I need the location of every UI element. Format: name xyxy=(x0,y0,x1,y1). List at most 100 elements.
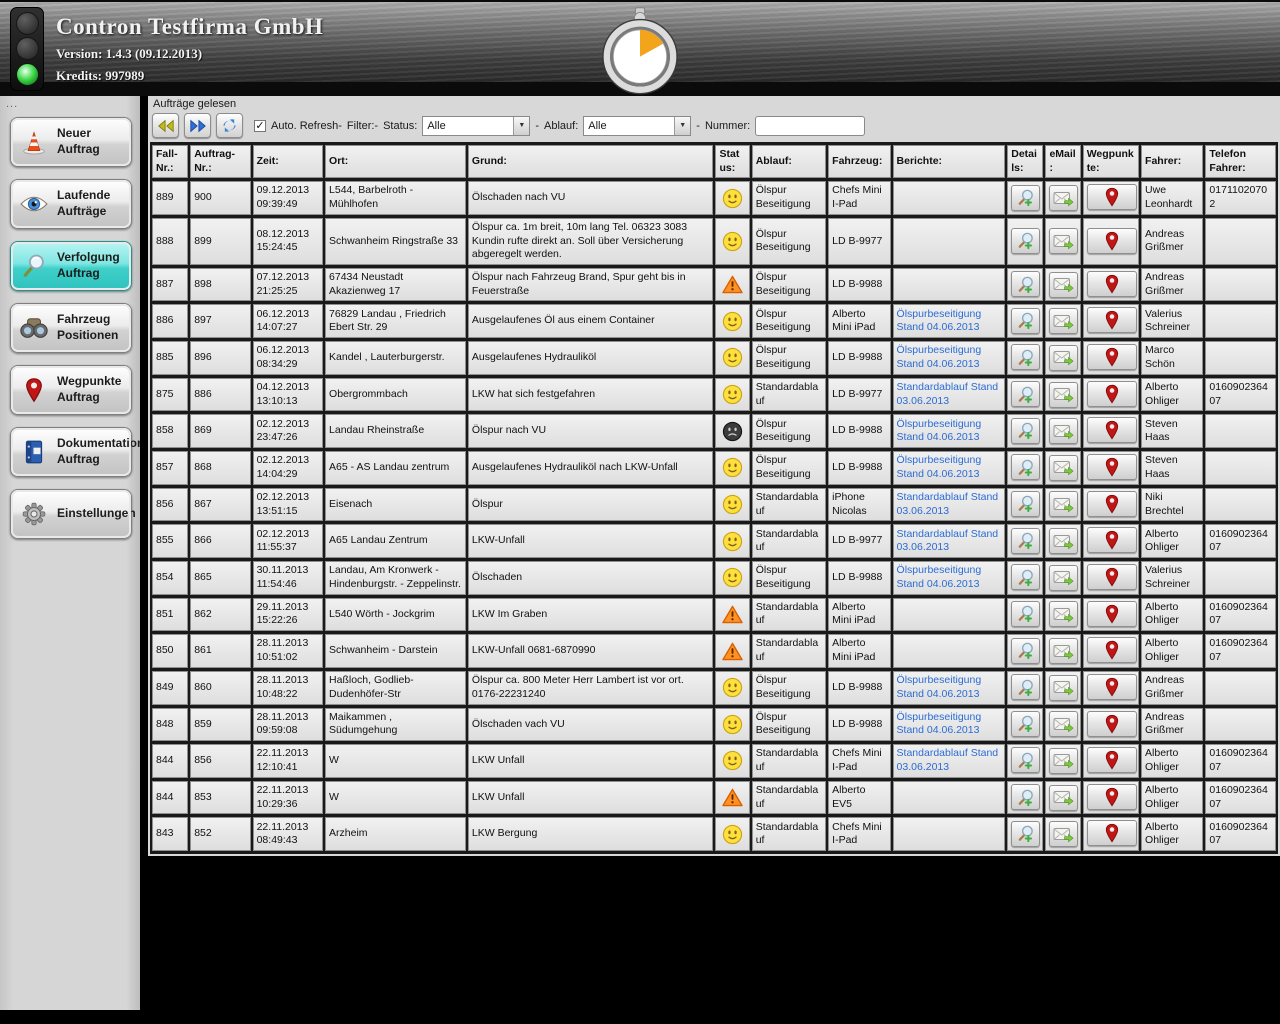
details-button[interactable] xyxy=(1011,227,1041,254)
fahrer-cell: Steven Haas xyxy=(1141,414,1204,449)
bericht-link[interactable]: Standardablauf Stand 03.06.2013 xyxy=(897,491,999,517)
bericht-link[interactable]: Ölspurbeseitigung Stand 04.06.2013 xyxy=(897,454,982,480)
magnifier-plus-icon xyxy=(1018,569,1034,586)
details-button[interactable] xyxy=(1011,307,1041,334)
email-button[interactable] xyxy=(1049,821,1079,848)
grund-cell: Ölspur ca. 1m breit, 10m lang Tel. 06323… xyxy=(467,217,714,265)
details-button[interactable] xyxy=(1011,271,1041,298)
details-button[interactable] xyxy=(1011,600,1041,627)
waypoints-button[interactable] xyxy=(1086,380,1137,407)
sidebar-item-einstellungen[interactable]: Einstellungen xyxy=(10,489,136,539)
ort-cell: W xyxy=(325,744,466,778)
waypoints-button[interactable] xyxy=(1086,820,1137,847)
table-row: 889 900 09.12.2013 09:39:49 L544, Barbelr… xyxy=(152,181,1276,215)
details-button[interactable] xyxy=(1011,344,1041,371)
details-button[interactable] xyxy=(1011,564,1041,591)
email-button[interactable] xyxy=(1049,381,1079,408)
waypoints-button[interactable] xyxy=(1086,227,1137,254)
auto-refresh-checkbox[interactable]: ✓ xyxy=(254,119,266,132)
fahrer-cell: Andreas Grißmer xyxy=(1141,707,1204,742)
telefon-cell xyxy=(1205,267,1276,302)
email-button[interactable] xyxy=(1049,638,1079,664)
details-button[interactable] xyxy=(1011,637,1041,664)
details-button[interactable] xyxy=(1011,417,1041,444)
waypoints-button[interactable] xyxy=(1086,747,1137,774)
ort-cell: 67434 Neustadt Akazienweg 17 xyxy=(325,267,466,302)
email-button[interactable] xyxy=(1049,784,1079,811)
auftrag-nr-cell: 896 xyxy=(190,341,251,375)
magnifier-icon xyxy=(19,252,49,280)
waypoints-button[interactable] xyxy=(1086,417,1137,444)
waypoints-button[interactable] xyxy=(1086,637,1137,664)
email-button[interactable] xyxy=(1049,344,1079,371)
bericht-link[interactable]: Ölspurbeseitigung Stand 04.06.2013 xyxy=(897,564,982,590)
map-pin-icon xyxy=(1105,384,1118,404)
email-button[interactable] xyxy=(1049,491,1079,518)
details-button[interactable] xyxy=(1011,381,1041,408)
bericht-link[interactable]: Ölspurbeseitigung Stand 04.06.2013 xyxy=(897,344,982,370)
waypoints-button[interactable] xyxy=(1086,673,1137,700)
status-filter-select[interactable]: Alle ▼ xyxy=(422,115,531,136)
bericht-link[interactable]: Standardablauf Stand 03.06.2013 xyxy=(897,381,999,407)
email-button[interactable] xyxy=(1049,418,1079,445)
sidebar-item-laufende-auftraege[interactable]: Laufende Aufträge xyxy=(10,179,132,229)
email-button[interactable] xyxy=(1049,271,1079,298)
bericht-link[interactable]: Ölspurbeseitigung Stand 04.06.2013 xyxy=(897,308,982,334)
bericht-link[interactable]: Ölspurbeseitigung Stand 04.06.2013 xyxy=(897,711,982,737)
bericht-cell xyxy=(892,817,1006,852)
bericht-link[interactable]: Standardablauf Stand 03.06.2013 xyxy=(897,528,999,554)
sidebar-item-verfolgung-auftrag[interactable]: Verfolgung Auftrag xyxy=(10,241,132,291)
refresh-button[interactable] xyxy=(216,113,243,138)
email-button[interactable] xyxy=(1049,674,1079,701)
email-button[interactable] xyxy=(1049,185,1079,212)
waypoints-button[interactable] xyxy=(1086,344,1137,371)
email-button[interactable] xyxy=(1049,228,1079,255)
waypoints-button[interactable] xyxy=(1086,527,1137,554)
waypoints-button[interactable] xyxy=(1086,454,1137,481)
details-button[interactable] xyxy=(1011,747,1041,774)
sidebar-item-fahrzeug-positionen[interactable]: Fahrzeug Positionen xyxy=(10,303,132,353)
sidebar-item-neuer-auftrag[interactable]: Neuer Auftrag xyxy=(10,117,132,167)
sidebar-item-label: Verfolgung xyxy=(57,250,120,265)
waypoints-button[interactable] xyxy=(1086,600,1137,627)
previous-page-button[interactable] xyxy=(152,113,179,138)
details-button[interactable] xyxy=(1011,454,1041,481)
waypoints-button[interactable] xyxy=(1086,710,1137,737)
email-button[interactable] xyxy=(1049,601,1079,628)
email-button[interactable] xyxy=(1049,528,1079,555)
details-button[interactable] xyxy=(1011,710,1041,737)
email-button[interactable] xyxy=(1049,308,1079,335)
auftrag-nr-cell: 899 xyxy=(190,217,251,265)
waypoints-button[interactable] xyxy=(1086,490,1137,517)
waypoints-button[interactable] xyxy=(1086,783,1137,810)
details-button[interactable] xyxy=(1011,674,1041,701)
bericht-link[interactable]: Standardablauf Stand 03.06.2013 xyxy=(897,747,999,773)
fall-nr-cell: 858 xyxy=(152,414,189,449)
sidebar-item-dokumentation-auftrag[interactable]: Dokumentation Auftrag xyxy=(10,427,144,477)
nummer-input[interactable] xyxy=(755,115,866,136)
sidebar-item-wegpunkte-auftrag[interactable]: Wegpunkte Auftrag xyxy=(10,365,132,415)
ablauf-filter-select[interactable]: Alle ▼ xyxy=(583,115,692,136)
details-cell xyxy=(1007,780,1044,815)
email-button[interactable] xyxy=(1049,564,1079,591)
bericht-link[interactable]: Ölspurbeseitigung Stand 04.06.2013 xyxy=(897,674,982,700)
envelope-icon xyxy=(1053,827,1075,843)
details-button[interactable] xyxy=(1011,184,1041,211)
details-button[interactable] xyxy=(1011,527,1041,554)
wegpunkte-cell xyxy=(1082,451,1140,485)
email-button[interactable] xyxy=(1049,454,1079,481)
happy-face-icon xyxy=(722,677,743,698)
details-button[interactable] xyxy=(1011,820,1041,847)
email-button[interactable] xyxy=(1049,747,1079,774)
details-button[interactable] xyxy=(1011,784,1041,811)
next-page-button[interactable] xyxy=(184,113,211,138)
bericht-link[interactable]: Ölspurbeseitigung Stand 04.06.2013 xyxy=(897,418,982,444)
binoculars-icon xyxy=(19,314,49,342)
email-button[interactable] xyxy=(1049,711,1079,738)
col-header-telefon-fahrer: Telefon Fahrer: xyxy=(1205,145,1276,179)
details-button[interactable] xyxy=(1011,490,1041,517)
waypoints-button[interactable] xyxy=(1086,307,1137,334)
waypoints-button[interactable] xyxy=(1086,563,1137,590)
waypoints-button[interactable] xyxy=(1086,270,1137,297)
waypoints-button[interactable] xyxy=(1086,184,1137,211)
